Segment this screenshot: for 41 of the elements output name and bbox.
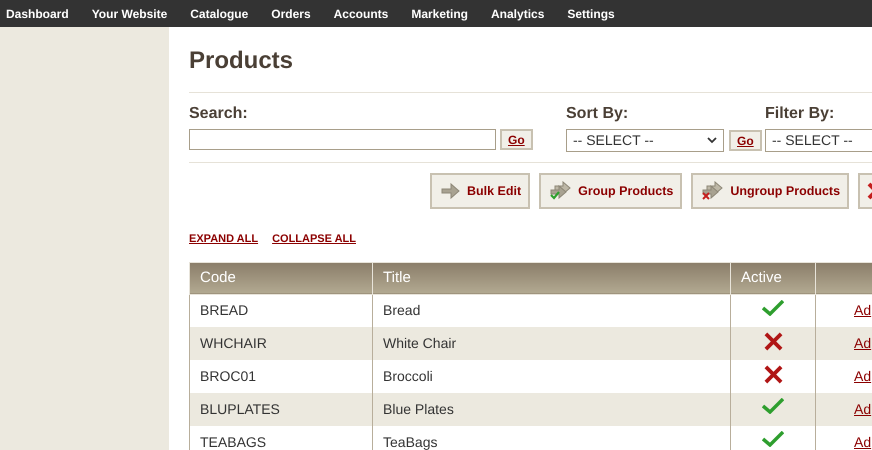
nav-link[interactable]: Accounts [334,4,388,22]
sort-label: Sort By: [566,104,628,124]
nav-link[interactable]: Dashboard [6,4,69,22]
group-button[interactable]: Group Products [539,173,682,209]
table-cell: Bread [372,294,730,327]
table-cell: BREAD [190,294,372,327]
edit-button[interactable]: Bulk Edit [430,173,530,209]
nav-link[interactable]: Catalogue [190,4,248,22]
chevron-down-icon [707,137,717,144]
filter-select[interactable]: -- SELECT -- [765,129,872,152]
column-header: Active [730,262,816,294]
table-cell: TeaBags [372,426,730,450]
text-link[interactable]: Ad [854,368,872,384]
nav-link[interactable]: Orders [271,4,311,22]
table-cell: BLUPLATES [190,393,372,426]
text-link[interactable]: Ad [854,401,872,417]
go-button[interactable]: Go [500,129,533,150]
nav-link[interactable]: Settings [567,4,615,22]
text-link[interactable]: Ad [854,434,872,450]
search-label: Search: [189,104,248,124]
text-link[interactable]: Ad [854,302,872,318]
table-cell: Broccoli [372,360,730,393]
table-cell: Blue Plates [372,393,730,426]
nav-link[interactable]: Your Website [92,4,168,22]
nav-link[interactable]: Marketing [411,4,468,22]
text-link[interactable]: COLLAPSE ALL [272,231,356,248]
table-cell: WHCHAIR [190,327,372,360]
filter-label: Filter By: [765,104,834,124]
nav-link[interactable]: Analytics [491,4,544,22]
ungroup-button[interactable]: Ungroup Products [691,173,850,209]
text-link[interactable]: Ad [854,335,872,351]
search-field[interactable] [189,129,496,150]
go-button[interactable]: Go [729,130,762,151]
text-link[interactable]: EXPAND ALL [189,231,258,248]
table-cell: TEABAGS [190,426,372,450]
column-header: Code [190,262,372,294]
page-title: Products [189,46,294,76]
column-header: Title [372,262,730,294]
table-cell: BROC01 [190,360,372,393]
sort-select[interactable]: -- SELECT -- [566,129,724,152]
table-cell: White Chair [372,327,730,360]
